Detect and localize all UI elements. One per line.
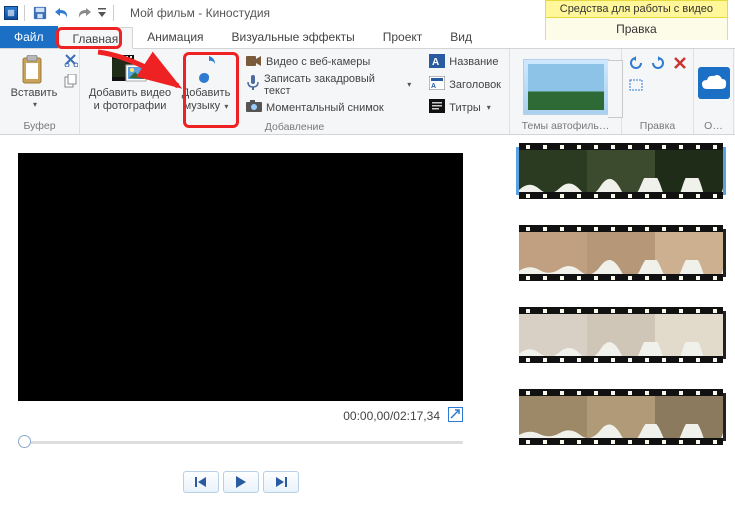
credits-button[interactable]: Титры ▾ [425, 97, 505, 119]
title-button[interactable]: A Название [425, 51, 505, 73]
add-media-button[interactable]: Добавить видеои фотографии [84, 51, 176, 114]
ribbon: Вставить ▾ Буфер Добавить видеои фотогра… [0, 49, 735, 135]
automovie-themes-gallery[interactable] [523, 59, 609, 115]
clip[interactable] [516, 393, 726, 441]
chevron-down-icon: ▾ [407, 80, 411, 89]
rotate-right-icon[interactable] [648, 53, 668, 73]
webcam-icon [246, 54, 262, 71]
storyboard-pane [510, 135, 735, 528]
window-title: Мой фильм - Киностудия [130, 6, 270, 20]
onedrive-icon[interactable] [698, 67, 730, 102]
copy-icon[interactable] [64, 74, 78, 91]
clipboard-icon [21, 53, 47, 87]
filmstrip-photo-icon [112, 53, 148, 87]
save-icon[interactable] [30, 3, 50, 23]
group-buffer: Вставить ▾ Буфер [0, 49, 80, 134]
clip[interactable] [516, 311, 726, 359]
contextual-tab-group: Средства для работы с видео Правка [545, 0, 728, 40]
chevron-down-icon: ▾ [222, 102, 228, 111]
add-music-button[interactable]: Добавитьмузыку ▾ [176, 51, 236, 114]
tab-project[interactable]: Проект [369, 26, 437, 48]
group-add: Добавить видеои фотографии Добавитьмузык… [80, 49, 510, 134]
work-area: 00:00,00/02:17,34 [0, 135, 735, 528]
chevron-down-icon: ▾ [33, 100, 37, 109]
preview-pane: 00:00,00/02:17,34 [0, 135, 510, 528]
seek-slider[interactable] [18, 435, 463, 449]
redo-icon[interactable] [74, 3, 94, 23]
narration-button[interactable]: Записать закадровый текст ▾ [242, 74, 415, 96]
cut-icon[interactable] [64, 53, 78, 70]
title-bar: Мой фильм - Киностудия Средства для рабо… [0, 0, 735, 26]
separator [113, 5, 114, 21]
play-button[interactable] [223, 471, 259, 493]
svg-text:A: A [431, 83, 436, 90]
fullscreen-icon[interactable] [448, 407, 463, 425]
group-themes: Темы автофиль… [510, 49, 622, 134]
separator [24, 5, 25, 21]
video-preview[interactable] [18, 153, 463, 401]
app-icon [4, 6, 18, 20]
microphone-icon [246, 75, 260, 94]
tab-view[interactable]: Вид [436, 26, 486, 48]
title-icon: A [429, 54, 445, 71]
tab-home[interactable]: Главная [58, 27, 134, 49]
clip-selected[interactable] [516, 147, 726, 195]
tab-file[interactable]: Файл [0, 26, 58, 48]
svg-text:A: A [432, 57, 439, 68]
tab-animation[interactable]: Анимация [133, 26, 217, 48]
tab-visual-effects[interactable]: Визуальные эффекты [218, 26, 369, 48]
timecode: 00:00,00/02:17,34 [343, 409, 440, 423]
tab-edit-video[interactable]: Правка [545, 18, 728, 40]
select-all-icon[interactable] [626, 75, 646, 95]
paste-button[interactable]: Вставить ▾ [4, 51, 64, 111]
prev-frame-button[interactable] [183, 471, 219, 493]
group-share: О… [694, 49, 734, 134]
webcam-button[interactable]: Видео с веб-камеры [242, 51, 415, 73]
playback-controls [18, 471, 463, 493]
qat-dropdown-icon[interactable] [96, 3, 108, 23]
next-frame-button[interactable] [263, 471, 299, 493]
heading-icon: A [429, 76, 445, 93]
delete-icon[interactable] [670, 53, 690, 73]
credits-icon [429, 99, 445, 116]
snapshot-button[interactable]: Моментальный снимок [242, 97, 415, 119]
camera-icon [246, 100, 262, 115]
undo-icon[interactable] [52, 3, 72, 23]
contextual-label: Средства для работы с видео [545, 0, 728, 18]
chevron-down-icon: ▾ [487, 103, 491, 112]
heading-button[interactable]: A Заголовок [425, 74, 505, 96]
group-edit: Правка [622, 49, 694, 134]
clip[interactable] [516, 229, 726, 277]
rotate-left-icon[interactable] [626, 53, 646, 73]
music-note-icon [193, 53, 219, 87]
